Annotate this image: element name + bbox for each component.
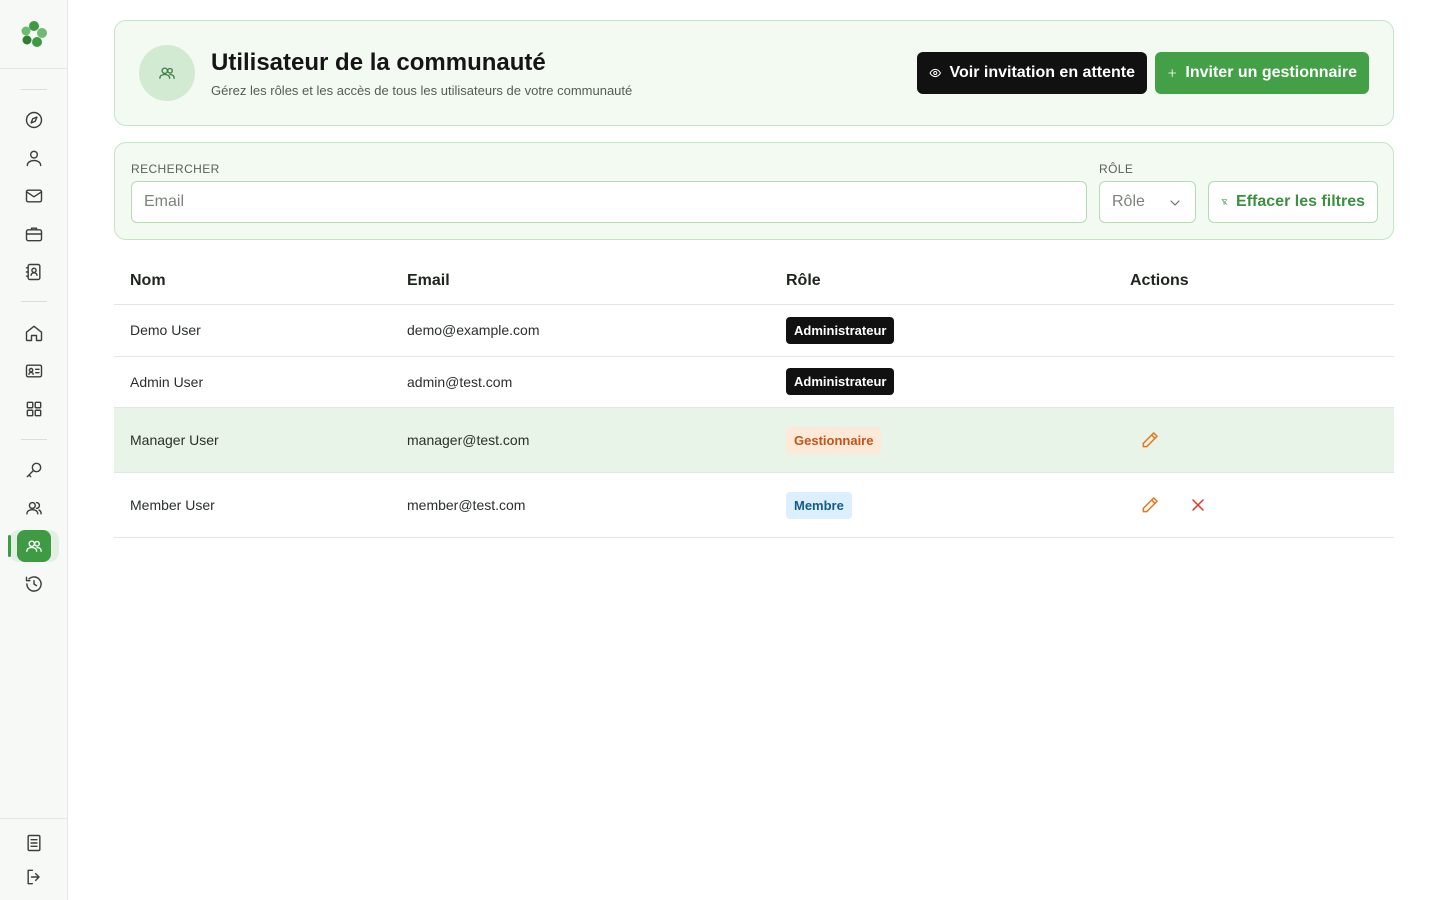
- role-badge: Administrateur: [786, 368, 895, 395]
- sidebar-divider: [21, 301, 47, 302]
- apps-grid-icon[interactable]: [22, 397, 46, 421]
- key-icon[interactable]: [22, 458, 46, 482]
- document-icon[interactable]: [22, 831, 46, 855]
- user-name: Demo User: [130, 322, 201, 338]
- user-email: demo@example.com: [407, 322, 540, 338]
- role-badge: Gestionnaire: [786, 427, 882, 454]
- plus-icon: [1168, 69, 1177, 77]
- invite-manager-button[interactable]: Inviter un gestionnaire: [1155, 52, 1369, 94]
- edit-icon[interactable]: [1138, 428, 1162, 452]
- view-pending-invitations-label: Voir invitation en attente: [949, 64, 1136, 81]
- community-users-icon[interactable]: [17, 530, 51, 562]
- delete-icon[interactable]: [1186, 493, 1210, 517]
- contact-book-icon[interactable]: [22, 260, 46, 284]
- clover-logo[interactable]: [19, 19, 49, 49]
- community-users-icon: [139, 45, 195, 101]
- table-row[interactable]: Manager User manager@test.com Gestionnai…: [114, 408, 1394, 473]
- filter-off-icon: [1221, 199, 1228, 205]
- chevron-down-icon: [1167, 195, 1183, 211]
- column-header-name[interactable]: Nom: [130, 272, 166, 290]
- role-badge: Administrateur: [786, 317, 895, 344]
- sidebar-top-divider: [0, 68, 68, 69]
- column-header-email[interactable]: Email: [407, 272, 450, 290]
- role-select-value: Rôle: [1112, 193, 1145, 210]
- user-email: member@test.com: [407, 497, 526, 513]
- table-row[interactable]: Demo User demo@example.com Administrateu…: [114, 305, 1394, 357]
- table-row[interactable]: Admin User admin@test.com Administrateur: [114, 357, 1394, 408]
- eye-icon: [929, 68, 941, 78]
- sidebar-divider: [21, 439, 47, 440]
- role-label: RÔLE: [1099, 162, 1134, 176]
- user-name: Member User: [130, 497, 215, 513]
- table-header: Nom Email Rôle Actions: [114, 256, 1394, 305]
- history-icon[interactable]: [22, 572, 46, 596]
- compass-icon[interactable]: [22, 108, 46, 132]
- column-header-actions: Actions: [1130, 272, 1189, 289]
- users-icon[interactable]: [22, 496, 46, 520]
- mail-icon[interactable]: [22, 184, 46, 208]
- edit-icon[interactable]: [1138, 493, 1162, 517]
- id-card-icon[interactable]: [22, 359, 46, 383]
- users-table: Nom Email Rôle Actions Demo User demo@ex…: [114, 256, 1394, 538]
- user-name: Manager User: [130, 432, 219, 448]
- briefcase-icon[interactable]: [22, 222, 46, 246]
- invite-manager-label: Inviter un gestionnaire: [1185, 64, 1357, 81]
- role-badge: Membre: [786, 492, 852, 519]
- page-title: Utilisateur de la communauté: [211, 49, 546, 76]
- clear-filters-label: Effacer les filtres: [1236, 193, 1365, 210]
- user-name: Admin User: [130, 374, 204, 390]
- sidebar-divider: [21, 89, 47, 90]
- user-email: admin@test.com: [407, 374, 513, 390]
- page-subtitle: Gérez les rôles et les accès de tous les…: [211, 83, 633, 98]
- view-pending-invitations-button[interactable]: Voir invitation en attente: [917, 52, 1147, 94]
- role-select[interactable]: Rôle: [1099, 181, 1196, 223]
- filter-panel: RECHERCHER RÔLE Rôle Effacer les filtres: [114, 142, 1394, 240]
- page-header: Utilisateur de la communauté Gérez les r…: [114, 20, 1394, 126]
- home-icon[interactable]: [22, 321, 46, 345]
- clear-filters-button[interactable]: Effacer les filtres: [1208, 181, 1378, 223]
- sidebar: [0, 0, 68, 900]
- logout-icon[interactable]: [22, 865, 46, 889]
- table-row[interactable]: Member User member@test.com Membre: [114, 473, 1394, 538]
- sidebar-bottom-divider: [0, 818, 68, 819]
- user-icon[interactable]: [22, 146, 46, 170]
- search-label: RECHERCHER: [131, 162, 220, 176]
- column-header-role[interactable]: Rôle: [786, 272, 821, 290]
- user-email: manager@test.com: [407, 432, 530, 448]
- active-item-indicator: [8, 535, 11, 557]
- search-input[interactable]: [131, 181, 1087, 223]
